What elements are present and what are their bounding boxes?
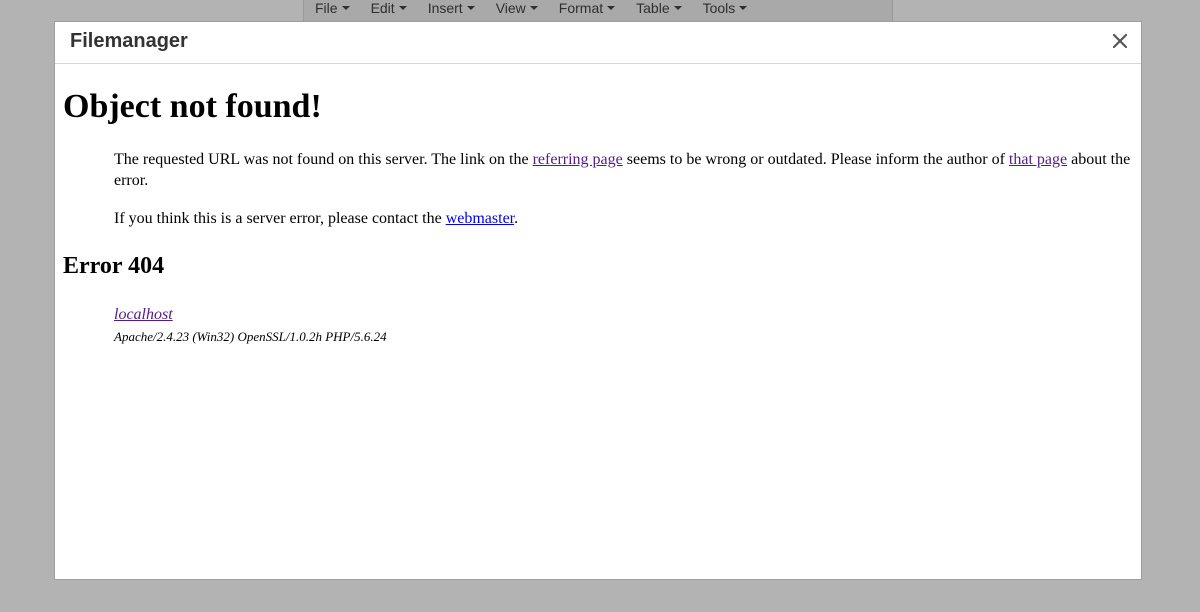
close-icon[interactable] (1109, 30, 1131, 52)
caret-down-icon (398, 6, 407, 10)
menu-file: File (315, 0, 350, 16)
server-error-text-b: . (514, 210, 519, 227)
menu-view: View (496, 0, 538, 16)
editor-menubar: File Edit Insert View Format Table Tools (303, 0, 893, 22)
webmaster-link[interactable]: webmaster (446, 210, 514, 227)
caret-down-icon (607, 6, 616, 10)
caret-down-icon (739, 6, 748, 10)
error-message-text-a: The requested URL was not found on this … (114, 151, 533, 168)
server-signature: Apache/2.4.23 (Win32) OpenSSL/1.0.2h PHP… (114, 329, 387, 344)
dialog-content: Object not found! The requested URL was … (55, 64, 1141, 579)
menu-edit: Edit (371, 0, 407, 16)
dialog-header: Filemanager (55, 22, 1141, 64)
filemanager-dialog: Filemanager Object not found! The reques… (54, 21, 1142, 580)
caret-down-icon (341, 6, 350, 10)
server-address: localhost Apache/2.4.23 (Win32) OpenSSL/… (114, 304, 387, 346)
caret-down-icon (466, 6, 475, 10)
dialog-title: Filemanager (70, 30, 188, 52)
localhost-link[interactable]: localhost (114, 304, 387, 325)
menu-insert-label: Insert (427, 0, 463, 16)
menu-format: Format (558, 0, 616, 16)
menu-table: Table (636, 0, 682, 16)
error-code: Error 404 (63, 253, 165, 279)
server-error-message: If you think this is a server error, ple… (114, 208, 1141, 229)
menu-file-label: File (315, 0, 338, 16)
error-message-text-b: seems to be wrong or outdated. Please in… (622, 151, 1009, 168)
caret-down-icon (673, 6, 682, 10)
error-message: The requested URL was not found on this … (114, 149, 1141, 191)
server-error-text-a: If you think this is a server error, ple… (114, 210, 446, 227)
menu-format-label: Format (558, 0, 604, 16)
close-icon-glyph (1112, 33, 1128, 49)
menu-view-label: View (495, 0, 526, 16)
caret-down-icon (529, 6, 538, 10)
that-page-link[interactable]: that page (1009, 151, 1067, 168)
menu-table-label: Table (636, 0, 670, 16)
error-heading: Object not found! (63, 88, 322, 125)
menu-tools: Tools (703, 0, 748, 16)
menu-edit-label: Edit (370, 0, 395, 16)
menu-insert: Insert (428, 0, 475, 16)
referring-page-link[interactable]: referring page (533, 151, 623, 168)
menu-tools-label: Tools (702, 0, 736, 16)
